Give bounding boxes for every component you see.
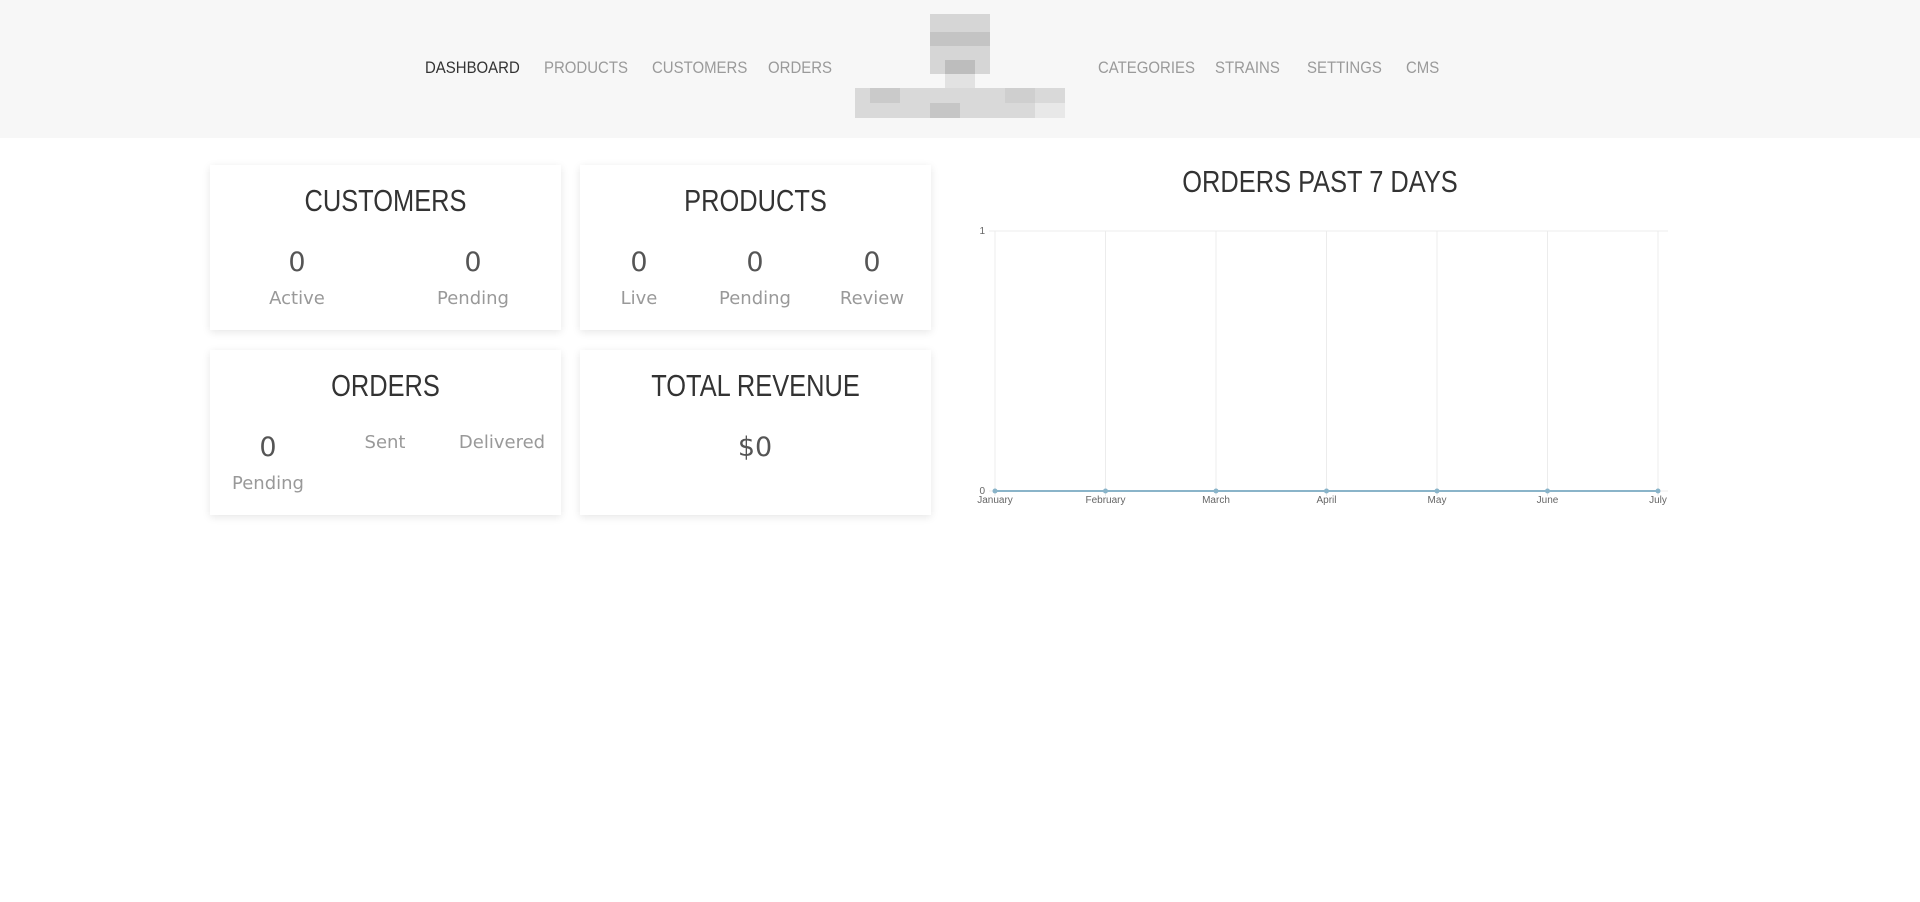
customers-pending-stat: 0 Pending — [413, 247, 533, 309]
products-review-stat: 0 Review — [812, 247, 932, 309]
products-live-label: Live — [620, 288, 658, 309]
nav-dashboard[interactable]: DASHBOARD — [425, 58, 520, 78]
nav-settings[interactable]: SETTINGS — [1307, 58, 1382, 78]
orders-card-title: ORDERS — [331, 368, 440, 403]
products-pending-stat: 0 Pending — [695, 247, 815, 309]
products-card: PRODUCTS 0 Live 0 Pending 0 Review — [580, 165, 931, 330]
nav-cms[interactable]: CMS — [1406, 58, 1439, 78]
x-tick-label: July — [1649, 495, 1667, 506]
orders-card: ORDERS 0 Pending Sent Delivered — [210, 350, 561, 515]
customers-card: CUSTOMERS 0 Active 0 Pending — [210, 165, 561, 330]
top-navigation-bar: DASHBOARD PRODUCTS CUSTOMERS ORDERS CATE… — [0, 0, 1920, 138]
orders-line-chart: 01January February March April May June July — [977, 226, 1668, 506]
customers-pending-count: 0 — [464, 247, 482, 278]
products-review-count: 0 — [863, 247, 881, 278]
customers-active-label: Active — [269, 288, 325, 309]
x-tick-label: March — [1202, 495, 1230, 506]
orders-delivered-label: Delivered — [458, 432, 546, 453]
data-point — [1655, 488, 1661, 494]
data-point — [992, 488, 998, 494]
customers-pending-label: Pending — [437, 288, 509, 309]
data-point — [1324, 488, 1329, 494]
orders-chart-title: ORDERS PAST 7 DAYS — [1182, 164, 1458, 199]
total-revenue-stat: $0 — [695, 432, 815, 463]
products-card-title: PRODUCTS — [684, 183, 827, 218]
y-tick-label: 1 — [979, 226, 985, 237]
customers-active-count: 0 — [288, 247, 306, 278]
x-tick-label: January — [977, 495, 1013, 506]
x-tick-label: June — [1537, 495, 1559, 506]
x-tick-label: February — [1085, 495, 1125, 506]
nav-orders[interactable]: ORDERS — [768, 58, 832, 78]
orders-pending-label: Pending — [232, 473, 304, 494]
total-revenue-value: $0 — [737, 432, 773, 463]
nav-customers[interactable]: CUSTOMERS — [652, 58, 747, 78]
data-point — [1545, 488, 1550, 494]
data-point — [1213, 488, 1219, 494]
x-tick-label: May — [1428, 495, 1447, 506]
total-revenue-card: TOTAL REVENUE $0 — [580, 350, 931, 515]
orders-sent-stat: Sent — [325, 432, 445, 453]
products-pending-count: 0 — [746, 247, 764, 278]
products-review-label: Review — [839, 288, 905, 309]
total-revenue-card-title: TOTAL REVENUE — [651, 368, 860, 403]
products-pending-label: Pending — [719, 288, 791, 309]
orders-pending-count: 0 — [259, 432, 277, 463]
customers-active-stat: 0 Active — [237, 247, 357, 309]
data-point — [1434, 488, 1440, 494]
nav-products[interactable]: PRODUCTS — [544, 58, 628, 78]
brand-logo[interactable] — [855, 14, 1065, 121]
products-live-stat: 0 Live — [579, 247, 699, 309]
nav-strains[interactable]: STRAINS — [1215, 58, 1280, 78]
data-point — [1103, 488, 1108, 494]
orders-sent-label: Sent — [364, 432, 406, 453]
x-tick-label: April — [1316, 495, 1336, 506]
orders-pending-stat: 0 Pending — [208, 432, 328, 494]
nav-categories[interactable]: CATEGORIES — [1098, 58, 1195, 78]
customers-card-title: CUSTOMERS — [304, 183, 467, 218]
products-live-count: 0 — [630, 247, 648, 278]
orders-delivered-stat: Delivered — [442, 432, 562, 453]
